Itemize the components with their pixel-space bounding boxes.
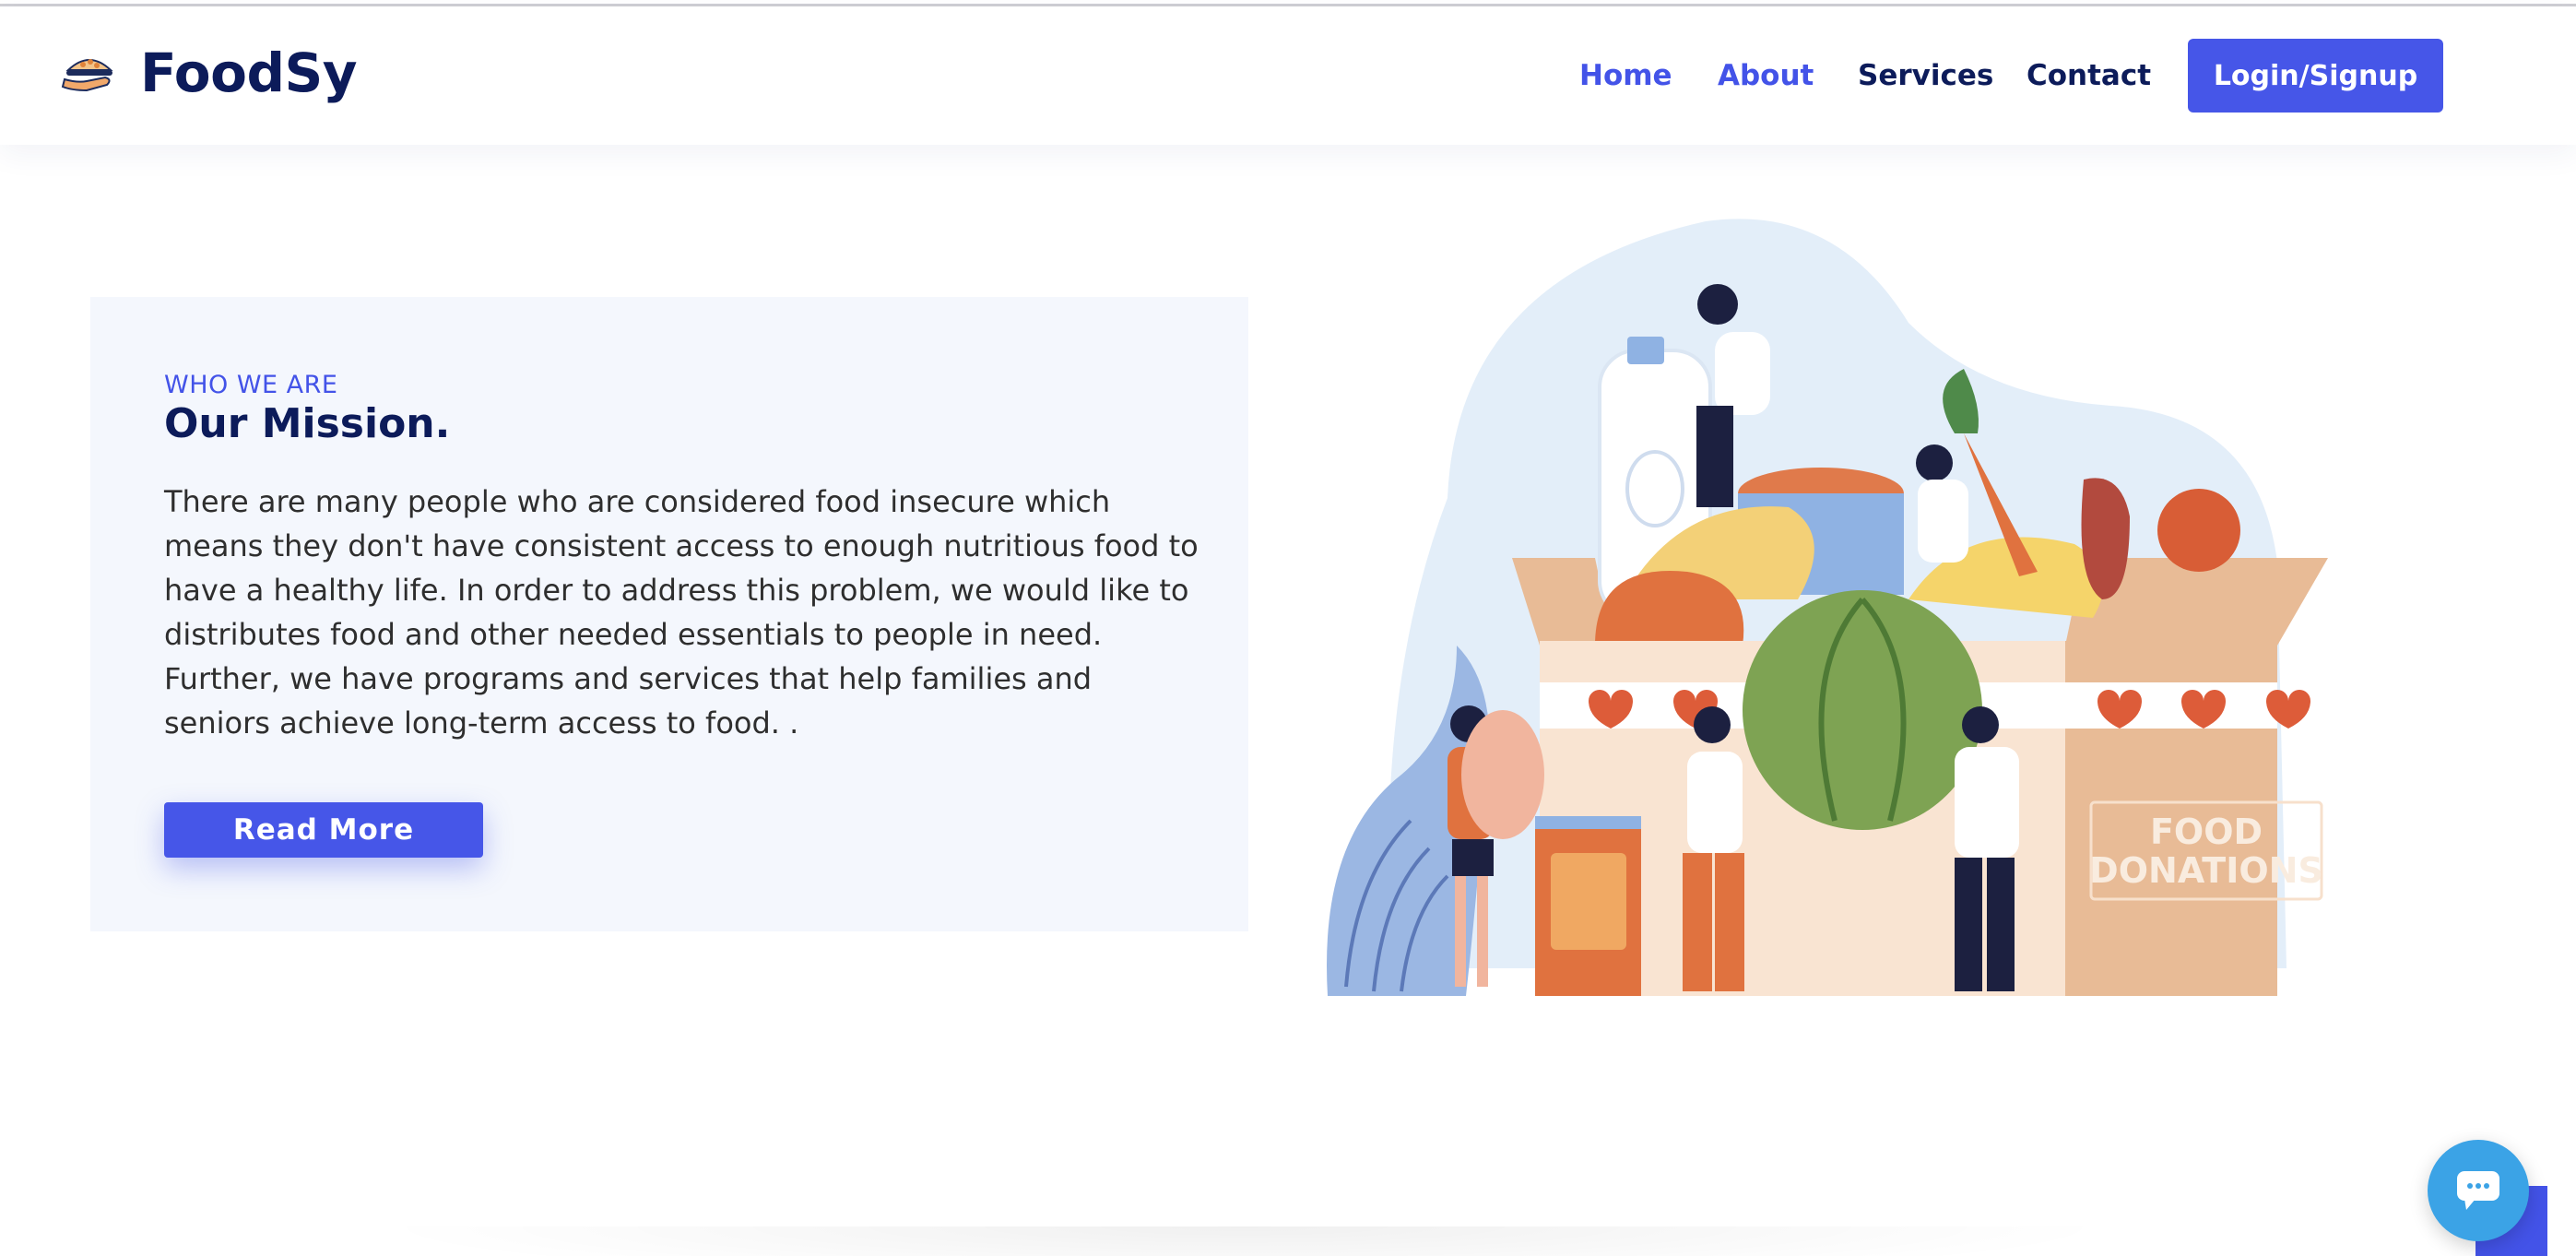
- navbar: FoodSy Home About Services Contact Login…: [0, 6, 2576, 145]
- nav-services[interactable]: Services: [1858, 59, 1993, 92]
- cabbage: [1743, 590, 1982, 830]
- food-bowl-hand-icon: [61, 59, 113, 92]
- login-signup-button[interactable]: Login/Signup: [2188, 39, 2443, 113]
- chat-bubble-icon: [2457, 1171, 2499, 1210]
- nav-home[interactable]: Home: [1579, 59, 1672, 92]
- mission-text: There are many people who are considered…: [164, 484, 1199, 741]
- section-eyebrow: WHO WE ARE: [164, 371, 338, 399]
- read-more-button[interactable]: Read More: [164, 802, 483, 858]
- nav-contact[interactable]: Contact: [2027, 59, 2151, 92]
- person-right: [1955, 706, 2019, 991]
- brand-logo[interactable]: FoodSy: [59, 41, 358, 104]
- mission-title: Our Mission.: [164, 400, 451, 447]
- nav-about[interactable]: About: [1718, 59, 1814, 92]
- section-shadow: [369, 1226, 2121, 1256]
- food-donation-illustration: FOOD DONATIONS: [1327, 219, 2328, 996]
- pomegranate: [2157, 489, 2240, 572]
- brand-name: FoodSy: [140, 41, 358, 104]
- mission-card: WHO WE ARE Our Mission. There are many p…: [90, 297, 1248, 931]
- top-border: [0, 0, 2576, 6]
- chat-button[interactable]: [2428, 1140, 2529, 1241]
- box-label-line1: FOOD: [2150, 812, 2263, 852]
- box-label-line2: DONATIONS: [2089, 850, 2323, 891]
